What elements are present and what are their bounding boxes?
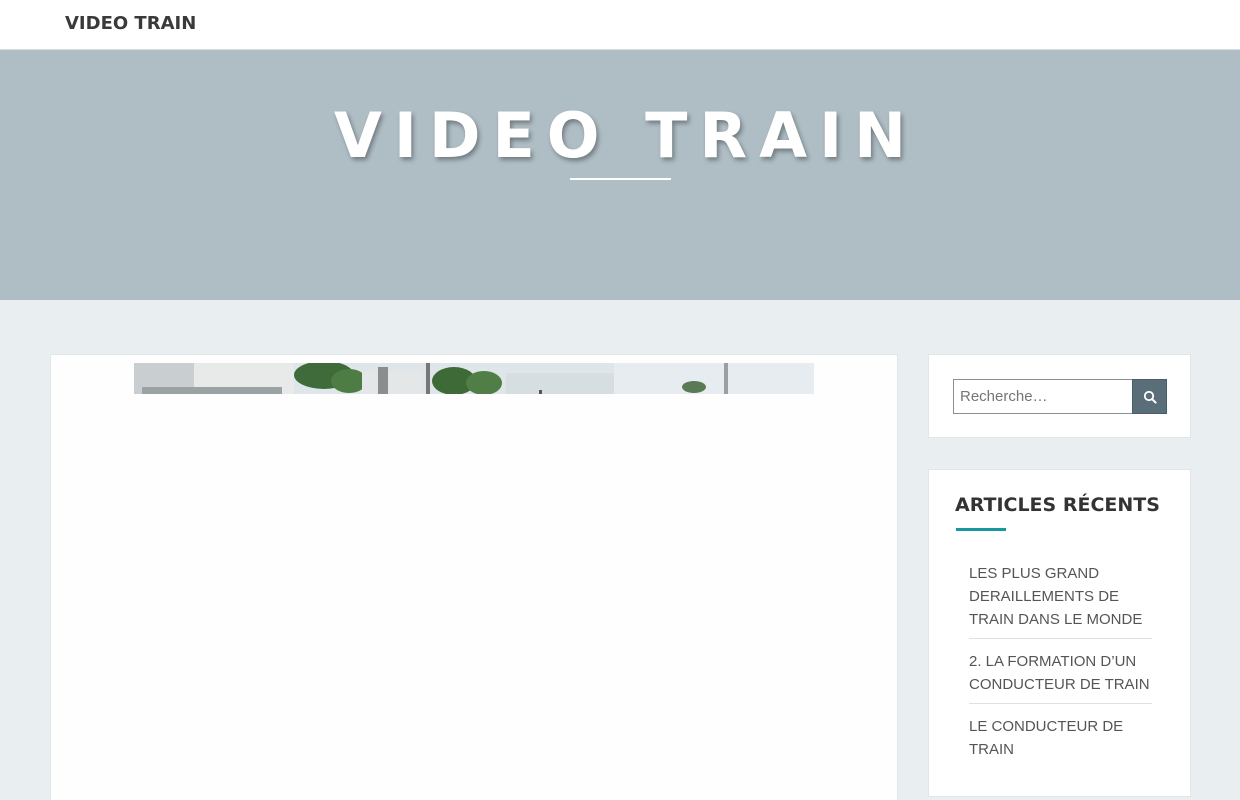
recent-post-link[interactable]: 2. LA FORMATION D’UN CONDUCTEUR DE TRAIN — [969, 650, 1152, 696]
recent-post-link[interactable]: LES PLUS GRAND DERAILLEMENTS DE TRAIN DA… — [969, 562, 1152, 631]
recent-posts-title: ARTICLES RÉCENTS — [955, 494, 1160, 516]
list-item: LES PLUS GRAND DERAILLEMENTS DE TRAIN DA… — [969, 560, 1152, 639]
top-navbar: VIDEO TRAIN — [0, 0, 1240, 50]
recent-posts-list: LES PLUS GRAND DERAILLEMENTS DE TRAIN DA… — [969, 560, 1152, 777]
search-icon — [1143, 390, 1157, 404]
hero-title: VIDEO TRAIN — [333, 99, 919, 172]
recent-post-link[interactable]: LE CONDUCTEUR DE TRAIN — [969, 715, 1152, 761]
featured-image-photo — [134, 363, 814, 394]
featured-image[interactable] — [134, 363, 814, 394]
search-input[interactable] — [953, 379, 1133, 414]
hero-banner: VIDEO TRAIN — [0, 50, 1240, 300]
recent-posts-widget: ARTICLES RÉCENTS LES PLUS GRAND DERAILLE… — [928, 469, 1191, 797]
list-item: LE CONDUCTEUR DE TRAIN — [969, 713, 1152, 768]
search-widget — [928, 354, 1191, 438]
search-button[interactable] — [1132, 379, 1167, 414]
site-brand-link[interactable]: VIDEO TRAIN — [65, 13, 196, 34]
list-item: 2. LA FORMATION D’UN CONDUCTEUR DE TRAIN — [969, 648, 1152, 704]
widget-title-accent-bar — [956, 528, 1006, 531]
hero-title-underline — [570, 178, 671, 180]
main-content-card — [50, 354, 898, 800]
